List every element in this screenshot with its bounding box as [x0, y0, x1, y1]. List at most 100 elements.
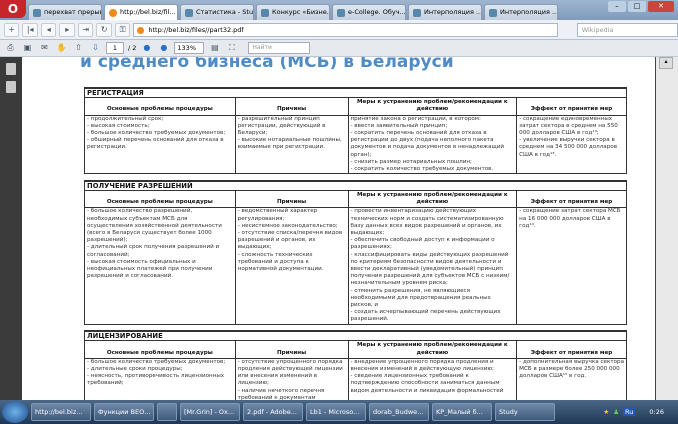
tray-star-icon[interactable]: ★ [603, 408, 609, 416]
new-tab-button[interactable]: + [4, 22, 20, 37]
table-cell: - провести инвентаризацию действующих те… [347, 207, 518, 325]
save-icon[interactable]: ▣ [21, 42, 34, 54]
taskbar-item[interactable]: Lb1 - Microso... [306, 403, 366, 421]
table-cell: - большое количество требуемых документо… [84, 357, 236, 400]
column-header: Эффект от принятия мер [516, 189, 627, 209]
zoom-select[interactable]: 133% [174, 42, 205, 54]
favicon-icon [109, 9, 117, 17]
column-header: Меры к устранению проблем/рекомендации к… [347, 189, 518, 209]
scroll-up-button[interactable]: ▴ [659, 57, 673, 69]
table-cell: - сокращение единовременных затрат секто… [516, 114, 627, 175]
table-row: - большое количество требуемых документо… [84, 357, 627, 400]
maximize-button[interactable]: □ [628, 1, 646, 12]
table-cell: - большое количество разрешений, необход… [84, 207, 236, 325]
tab-label: Интерполяция ... [500, 8, 558, 16]
favicon-icon [489, 9, 497, 17]
table-cell: - отсутствие упрощенного порядка продлен… [234, 357, 349, 400]
key-icon[interactable]: ⚿ [114, 22, 131, 37]
clock[interactable]: 0:26 [649, 408, 664, 416]
browser-tab[interactable]: http://bel.biz/fil...× [104, 4, 178, 20]
column-header: Основные проблемы процедуры [84, 189, 236, 209]
browser-tab[interactable]: Интерполяция ...× [408, 4, 482, 20]
hand-icon[interactable]: ✋ [55, 42, 68, 54]
next-page-button[interactable]: ⇩ [89, 42, 102, 54]
taskbar-item[interactable]: http://bel.biz... [31, 403, 91, 421]
column-header: Эффект от принятия мер [516, 97, 627, 116]
taskbar-item[interactable]: Study [495, 403, 555, 421]
taskbar-item[interactable]: 2.pdf - Adobe... [243, 403, 303, 421]
taskbar-item[interactable]: [Mr.Grin] - Ох... [180, 403, 240, 421]
pdf-toolbar: ⎙ ▣ ✉ ✋ ⇧ ⇩ 1 / 2 ● ● 133% ▤ ⛶ Найти [0, 40, 678, 57]
section-header: РЕГИСТРАЦИЯ [84, 87, 627, 99]
column-header: Меры к устранению проблем/рекомендации к… [347, 340, 518, 359]
browser-tab[interactable]: e-College. Обуч...× [332, 4, 406, 20]
pdf-page: и среднего бизнеса (МСБ) в Беларуси РЕГИ… [22, 57, 655, 400]
table-row: - большое количество разрешений, необход… [84, 207, 627, 325]
search-input[interactable]: Wikipedia [576, 22, 678, 37]
zoom-in-button[interactable]: ● [157, 42, 170, 54]
pages-icon[interactable] [6, 63, 16, 75]
table-cell: принятие закона о регистрации, в котором… [347, 114, 518, 175]
page-title: и среднего бизнеса (МСБ) в Беларуси [80, 57, 454, 72]
taskbar-item[interactable]: dorab_Budwe... [369, 403, 429, 421]
fit-width-icon[interactable]: ⛶ [225, 42, 238, 54]
table-cell: - разрешительный принцип регистрации, де… [234, 114, 349, 175]
share-icon[interactable]: ✉ [38, 42, 51, 54]
fast-forward-button[interactable]: ⇥ [77, 22, 94, 37]
tray-network-icon[interactable]: ♟ [613, 408, 619, 416]
url-input[interactable]: http://bel.biz/files//part32.pdf [133, 22, 558, 37]
taskbar: http://bel.biz... Функции ВЕО... [Mr.Grin]… [0, 400, 678, 424]
fit-page-icon[interactable]: ▤ [208, 42, 221, 54]
table-cell: - продолжительный срок; - высокая стоимо… [84, 114, 236, 175]
column-header: Причины [234, 189, 349, 209]
prev-page-button[interactable]: ⇧ [72, 42, 85, 54]
attachments-icon[interactable] [6, 81, 16, 93]
reload-button[interactable]: ↻ [96, 22, 112, 37]
print-icon[interactable]: ⎙ [4, 42, 17, 54]
tab-label: Интерполяция ... [424, 8, 482, 16]
section-header: ЛИЦЕНЗИРОВАНИЕ [84, 330, 627, 342]
table-cell: - внедрение упрощенного порядка продлени… [347, 357, 518, 400]
taskbar-item[interactable]: Функции ВЕО... [94, 403, 154, 421]
column-header: Основные проблемы процедуры [84, 340, 236, 359]
language-indicator[interactable]: Ru [623, 408, 636, 416]
start-button[interactable] [2, 401, 28, 423]
browser-tab[interactable]: Интерполяция ...× [484, 4, 558, 20]
browser-tab[interactable]: Конкурс «Бизне...× [256, 4, 330, 20]
taskbar-item[interactable] [157, 403, 177, 421]
column-header: Причины [234, 340, 349, 359]
opera-menu-button[interactable]: O [0, 0, 26, 18]
address-bar: + |◂ ◂ ▸ ⇥ ↻ ⚿ http://bel.biz/files//par… [0, 20, 678, 40]
browser-tab[interactable]: Статистика - Stu...× [180, 4, 254, 20]
find-input[interactable]: Найти [248, 42, 311, 54]
page-total: / 2 [128, 44, 137, 52]
favicon-icon [413, 9, 421, 17]
system-tray: ★ ♟ Ru 0:26 [603, 408, 678, 416]
procedures-table: РЕГИСТРАЦИЯ Основные проблемы процедуры Пр… [84, 87, 627, 400]
tab-label: Конкурс «Бизне... [272, 8, 330, 16]
column-header: Причины [234, 97, 349, 116]
column-header: Эффект от принятия мер [516, 340, 627, 359]
zoom-out-button[interactable]: ● [140, 42, 153, 54]
column-header: Меры к устранению проблем/рекомендации к… [347, 97, 518, 116]
favicon-icon [185, 9, 193, 17]
tab-bar: O перехват прерыв...×http://bel.biz/fil.… [0, 0, 678, 20]
minimize-button[interactable]: – [608, 1, 626, 12]
favicon-icon [33, 9, 41, 17]
favicon-icon [337, 9, 345, 17]
pdf-sidebar [0, 57, 22, 400]
forward-button[interactable]: ▸ [59, 22, 75, 37]
page-number-input[interactable]: 1 [106, 42, 124, 54]
tab-label: Статистика - Stu... [196, 8, 254, 16]
rewind-button[interactable]: |◂ [22, 22, 38, 37]
taskbar-item[interactable]: KP_Малый б... [432, 403, 492, 421]
browser-tab[interactable]: перехват прерыв...× [28, 4, 102, 20]
section-gap [84, 323, 627, 332]
tab-label: http://bel.biz/fil... [120, 8, 176, 16]
window-controls: – □ ✕ [608, 1, 674, 12]
table-cell: - сокращение затрат сектора МСБ на 16 00… [516, 207, 627, 325]
close-button[interactable]: ✕ [648, 1, 674, 12]
scrollbar[interactable]: ▴ [655, 57, 678, 400]
back-button[interactable]: ◂ [40, 22, 57, 37]
table-cell: - дополнительная выручка сектора МСБ в р… [516, 357, 627, 400]
